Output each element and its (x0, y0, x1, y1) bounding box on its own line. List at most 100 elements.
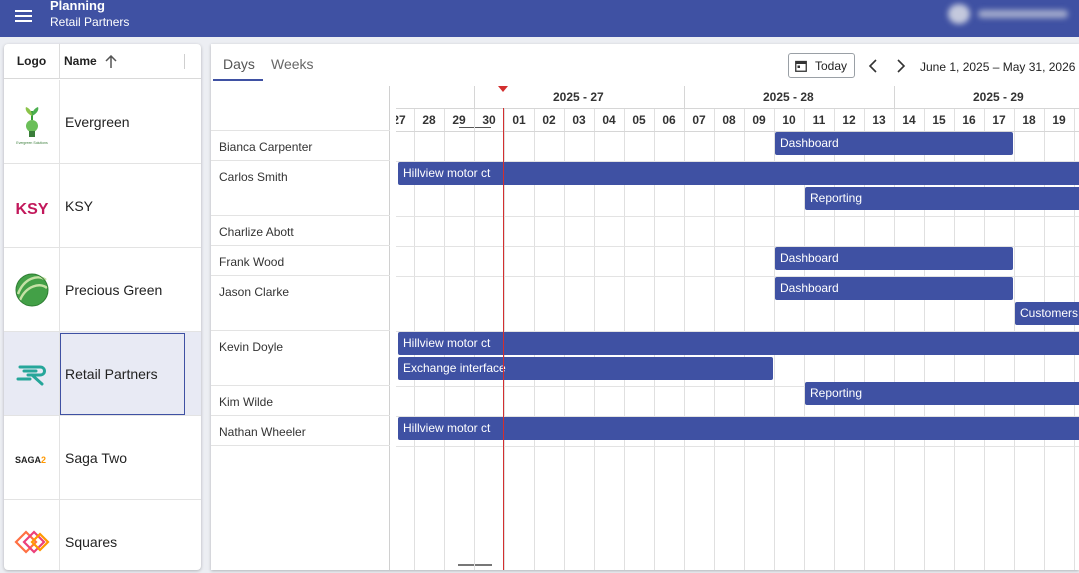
day-header-15[interactable]: 15 (924, 113, 954, 127)
partner-logo (4, 332, 60, 416)
ksy-logo-text: KSY (16, 201, 49, 218)
partner-row-squares[interactable]: Squares (4, 500, 201, 570)
week-header: 2025 - 29 (973, 90, 1024, 104)
partner-row-precious-green[interactable]: Precious Green (4, 248, 201, 332)
event-hillview-motor-ct[interactable]: Hillview motor ct (398, 162, 1079, 185)
resource-row[interactable]: Kevin Doyle (211, 331, 390, 386)
week-separator (474, 86, 475, 108)
current-time-line (503, 108, 504, 570)
event-reporting[interactable]: Reporting (805, 187, 1079, 210)
resource-name: Jason Clarke (219, 285, 290, 299)
evergreen-logo-caption: Evergreen Solutions (16, 141, 48, 145)
resource-name: Kim Wilde (219, 395, 274, 409)
today-button[interactable]: Today (788, 53, 855, 78)
saga-logo-text: SAGA (15, 455, 42, 465)
svg-text:SAGA2: SAGA2 (15, 455, 46, 465)
active-tab-indicator (213, 79, 263, 81)
resource-name: Carlos Smith (219, 170, 288, 184)
day-header-09[interactable]: 09 (744, 113, 774, 127)
column-header-logo[interactable]: Logo (4, 44, 60, 79)
partner-row-saga-two[interactable]: SAGA2 Saga Two (4, 416, 201, 500)
event-exchange-interface[interactable]: Exchange interface (398, 357, 773, 380)
partner-logo: KSY (4, 164, 60, 248)
partner-list-header: Logo Name (4, 44, 201, 79)
day-header-11[interactable]: 11 (804, 113, 834, 127)
timeline-grid[interactable]: 2728293001020304050607080910111213141516… (396, 86, 1079, 570)
day-header-12[interactable]: 12 (834, 113, 864, 127)
resource-name: Charlize Abott (219, 225, 294, 239)
saga-logo-accent: 2 (41, 455, 46, 465)
day-header-14[interactable]: 14 (894, 113, 924, 127)
day-header-01[interactable]: 01 (504, 113, 534, 127)
partner-name: Retail Partners (65, 366, 158, 382)
resource-row[interactable]: Charlize Abott (211, 216, 390, 246)
day-header-13[interactable]: 13 (864, 113, 894, 127)
resource-name: Kevin Doyle (219, 340, 284, 354)
tab-weeks[interactable]: Weeks (271, 56, 314, 72)
resource-row[interactable]: Frank Wood (211, 246, 390, 276)
day-header-28[interactable]: 28 (414, 113, 444, 127)
resource-column: Bianca Carpenter Carlos Smith Charlize Abo… (211, 86, 390, 570)
day-header-10[interactable]: 10 (774, 113, 804, 127)
precious-green-logo-icon (15, 273, 49, 307)
day-header-18[interactable]: 18 (1014, 113, 1044, 127)
ksy-logo-icon: KSY (16, 201, 49, 218)
event-dashboard[interactable]: Dashboard (775, 247, 1013, 270)
week-separator (894, 86, 895, 108)
resource-row[interactable]: Jason Clarke (211, 276, 390, 331)
event-dashboard[interactable]: Dashboard (775, 132, 1013, 155)
resource-name: Nathan Wheeler (219, 425, 306, 439)
calendar-icon (795, 60, 807, 72)
day-header-06[interactable]: 06 (654, 113, 684, 127)
hamburger-menu-icon[interactable] (10, 5, 36, 27)
resource-row[interactable]: Kim Wilde (211, 386, 390, 416)
day-header-02[interactable]: 02 (534, 113, 564, 127)
event-reporting[interactable]: Reporting (805, 382, 1079, 405)
day-header-16[interactable]: 16 (954, 113, 984, 127)
app-subtitle: Retail Partners (50, 15, 130, 29)
chevron-right-icon[interactable] (893, 56, 909, 76)
arrow-up-icon[interactable] (105, 55, 117, 69)
day-header-30[interactable]: 30 (474, 113, 504, 127)
event-customers[interactable]: Customers (1015, 302, 1079, 325)
day-header-27[interactable]: 27 (396, 113, 414, 127)
partner-row-retail-partners[interactable]: Retail Partners (4, 332, 201, 416)
day-header-08[interactable]: 08 (714, 113, 744, 127)
event-hillview-motor-ct[interactable]: Hillview motor ct (398, 332, 1079, 355)
resource-row[interactable]: Carlos Smith (211, 161, 390, 216)
today-label: Today (815, 59, 848, 73)
date-range-label: June 1, 2025 – May 31, 2026 (920, 60, 1076, 74)
evergreen-logo-icon: Evergreen Solutions (16, 107, 48, 145)
day-header-03[interactable]: 03 (564, 113, 594, 127)
resource-row[interactable]: Bianca Carpenter (211, 131, 390, 161)
column-divider[interactable] (184, 54, 185, 69)
week-separator (684, 86, 685, 108)
avatar[interactable] (948, 4, 970, 24)
partner-list-panel: Logo Name Evergreen Solutions Evergreen … (4, 44, 201, 570)
scheduler-panel: Days Weeks Today June 1, 2025 – May 31, … (211, 44, 1079, 570)
resource-row[interactable]: Nathan Wheeler (211, 416, 390, 446)
event-dashboard[interactable]: Dashboard (775, 277, 1013, 300)
partner-name: KSY (65, 198, 94, 214)
tab-days[interactable]: Days (223, 56, 255, 72)
app-title: Planning (50, 0, 105, 13)
user-menu[interactable] (948, 4, 1078, 24)
day-header-07[interactable]: 07 (684, 113, 714, 127)
day-header-17[interactable]: 17 (984, 113, 1014, 127)
partner-row-evergreen[interactable]: Evergreen Solutions Evergreen (4, 80, 201, 164)
partner-logo: SAGA2 (4, 416, 60, 500)
saga-two-logo-icon: SAGA2 (15, 455, 46, 465)
partner-logo (4, 248, 60, 332)
event-hillview-motor-ct[interactable]: Hillview motor ct (398, 417, 1079, 440)
chevron-left-icon[interactable] (865, 56, 881, 76)
day-header-05[interactable]: 05 (624, 113, 654, 127)
grid-row-line (396, 446, 1079, 447)
user-name-blurred (978, 10, 1068, 18)
day-header-29[interactable]: 29 (444, 113, 474, 127)
partner-row-ksy[interactable]: KSY KSY (4, 164, 201, 248)
column-header-name[interactable]: Name (64, 44, 97, 79)
resource-name: Bianca Carpenter (219, 140, 313, 154)
horizontal-scrollbar[interactable] (458, 564, 492, 566)
day-header-19[interactable]: 19 (1044, 113, 1074, 127)
day-header-04[interactable]: 04 (594, 113, 624, 127)
